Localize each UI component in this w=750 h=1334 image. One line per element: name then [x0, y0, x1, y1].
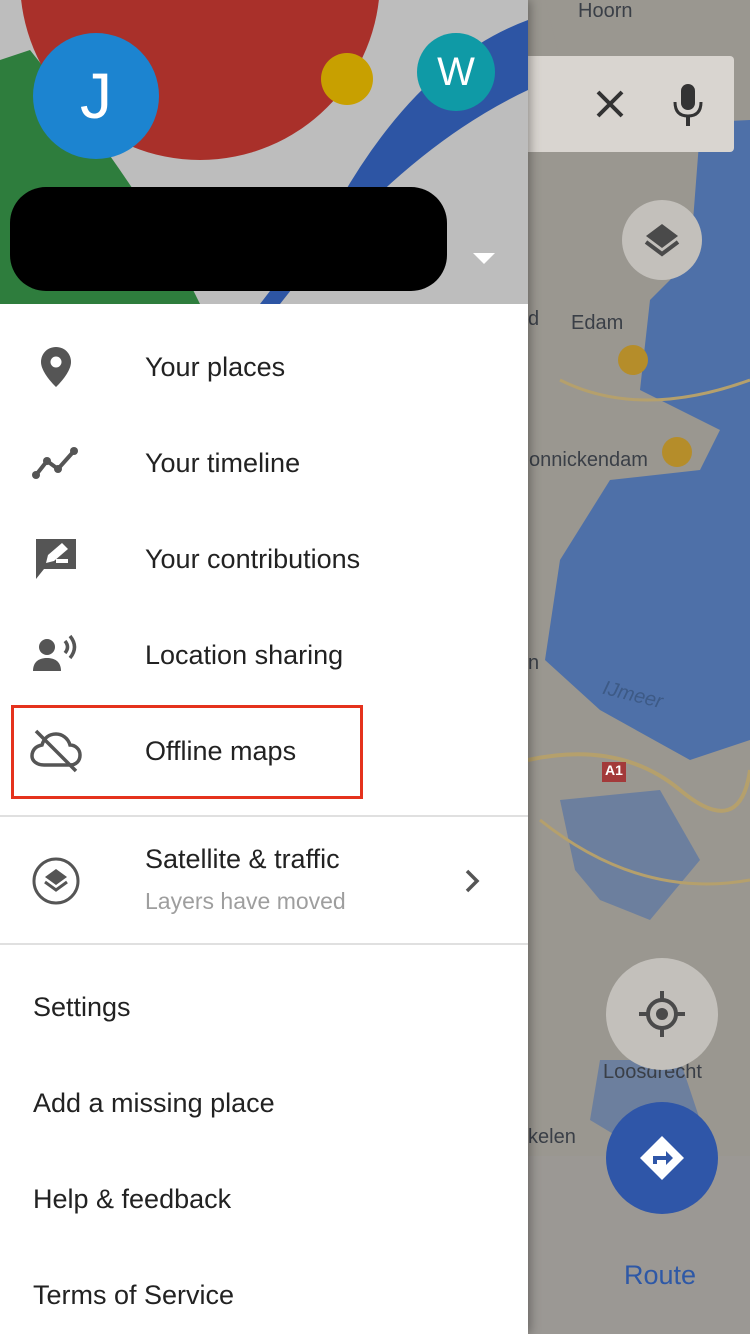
chevron-right-icon: [465, 869, 480, 893]
account-header: J W: [0, 0, 528, 304]
menu-item-sublabel: Layers have moved: [145, 888, 346, 914]
account-dropdown-icon[interactable]: [473, 253, 495, 264]
menu-item-label: Settings: [33, 992, 131, 1022]
account-avatar[interactable]: J: [33, 33, 159, 159]
menu-item-label: Satellite & traffic: [145, 844, 340, 874]
map-layers-button[interactable]: [622, 200, 702, 280]
menu-item-label: Your places: [145, 352, 286, 382]
menu-item-satellite-traffic[interactable]: Satellite & traffic Layers have moved: [0, 820, 528, 942]
layers-icon: [32, 857, 80, 905]
menu-item-terms-of-service[interactable]: Terms of Service: [0, 1247, 528, 1334]
menu-item-your-contributions[interactable]: Your contributions: [0, 511, 528, 607]
map-label-hoorn: Hoorn: [578, 0, 633, 22]
secondary-account-avatar[interactable]: W: [417, 33, 495, 111]
directions-button[interactable]: [606, 1102, 718, 1214]
my-location-button[interactable]: [606, 958, 718, 1070]
microphone-icon[interactable]: [668, 82, 708, 128]
map-road-badge: A1: [605, 762, 623, 778]
menu-divider: [0, 943, 528, 945]
menu-item-add-missing-place[interactable]: Add a missing place: [0, 1055, 528, 1151]
map-label-d: d: [528, 308, 540, 330]
search-bar[interactable]: [520, 56, 734, 152]
navigation-drawer: J W Your places Your timeline Your contr…: [0, 0, 528, 1334]
menu-item-your-places[interactable]: Your places: [0, 319, 528, 415]
place-pin-icon: [41, 347, 71, 387]
layers-icon: [644, 224, 680, 257]
menu-item-settings[interactable]: Settings: [0, 959, 528, 1055]
menu-item-your-timeline[interactable]: Your timeline: [0, 415, 528, 511]
timeline-icon: [32, 447, 78, 479]
menu-item-label: Terms of Service: [33, 1280, 235, 1310]
menu-item-label: Your contributions: [145, 544, 361, 574]
redacted-account-info: [10, 187, 447, 291]
menu-item-help-feedback[interactable]: Help & feedback: [0, 1151, 528, 1247]
close-icon[interactable]: [590, 84, 630, 124]
directions-icon: [640, 1136, 684, 1180]
menu-divider: [0, 815, 528, 817]
map-label-monnickendam: onnickendam: [529, 449, 648, 471]
menu-item-label: Your timeline: [145, 448, 301, 478]
my-location-icon: [639, 991, 685, 1037]
menu-item-location-sharing[interactable]: Location sharing: [0, 607, 528, 703]
menu-item-label: Location sharing: [145, 640, 344, 670]
map-label-n: n: [528, 652, 540, 674]
menu-item-label: Help & feedback: [33, 1184, 232, 1214]
contributions-icon: [36, 539, 76, 579]
menu-item-label: Add a missing place: [33, 1088, 275, 1118]
highlight-annotation: [11, 705, 363, 799]
map-label-kelen: kelen: [528, 1126, 576, 1148]
route-label[interactable]: Route: [624, 1260, 696, 1291]
location-sharing-icon: [33, 634, 77, 671]
map-label-edam: Edam: [571, 312, 624, 334]
